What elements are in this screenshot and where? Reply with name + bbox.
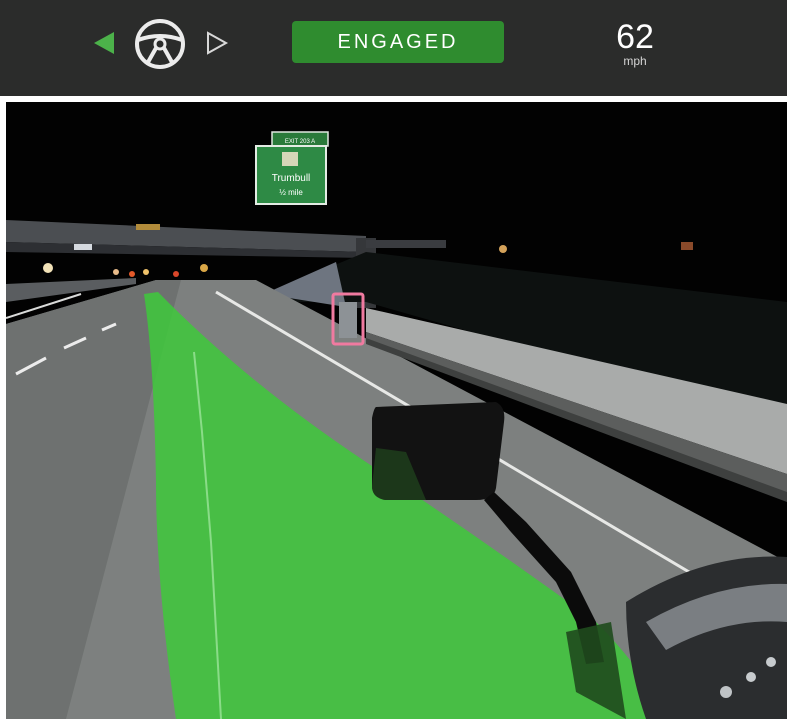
exit-sign-distance: ½ mile bbox=[279, 188, 303, 197]
chevron-right-icon bbox=[204, 30, 230, 56]
steering-wheel-icon bbox=[132, 18, 188, 70]
hud-bar: ENGAGED 62 mph bbox=[0, 0, 787, 96]
speed-value: 62 bbox=[616, 18, 654, 56]
engaged-status-button[interactable]: ENGAGED bbox=[292, 21, 504, 63]
speed-unit: mph bbox=[623, 54, 647, 68]
camera-scene: EXIT 203 A Trumbull ½ mile bbox=[6, 102, 787, 719]
exit-sign-name: Trumbull bbox=[272, 173, 311, 184]
speedometer: 62 mph bbox=[600, 20, 670, 68]
camera-feed: EXIT 203 A Trumbull ½ mile bbox=[6, 102, 787, 719]
exit-sign-tab: EXIT 203 A bbox=[285, 139, 315, 145]
chevron-left-icon bbox=[94, 32, 114, 54]
